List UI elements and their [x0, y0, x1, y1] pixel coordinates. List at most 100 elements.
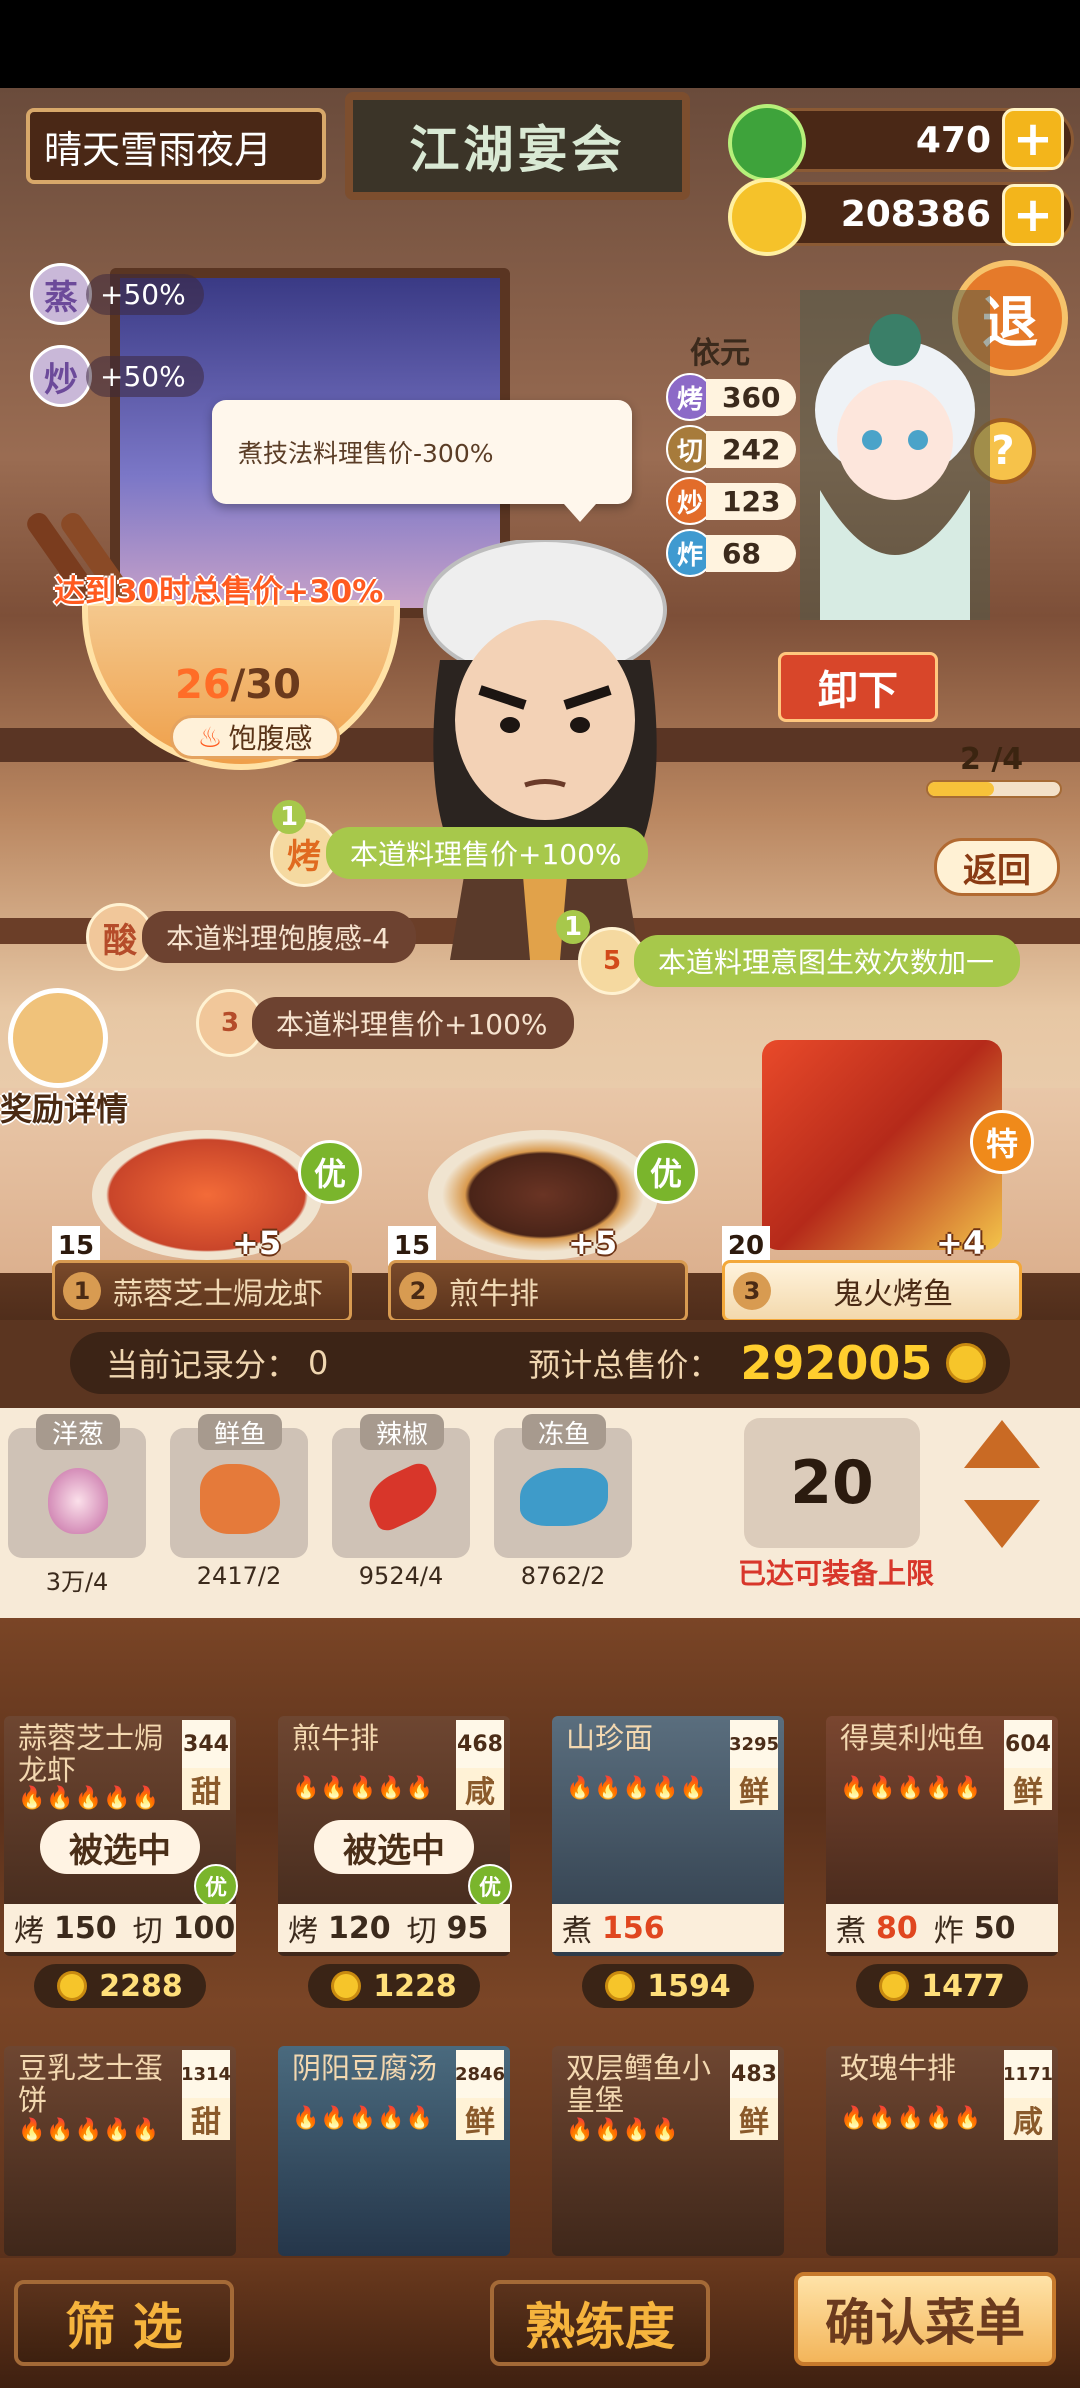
- slot-progress: [926, 780, 1062, 798]
- gift-icon: [8, 988, 108, 1088]
- steam-technique-icon: 蒸: [30, 263, 92, 325]
- back-button[interactable]: 返回: [934, 838, 1060, 896]
- recipe-name: 得莫利炖鱼: [840, 1721, 986, 1755]
- coin-icon: [879, 1971, 910, 2001]
- recipe-value: 1314: [181, 2050, 231, 2098]
- recipe-card[interactable]: 山珍面 🔥🔥🔥🔥🔥 3295 鲜 煮 156 1594: [552, 1716, 784, 2016]
- skill-requirement: 100: [172, 1910, 236, 1946]
- recipe-name: 阴阳豆腐汤: [292, 2051, 438, 2085]
- stir-fry-technique-icon: 炒: [30, 345, 92, 407]
- coin-icon: [57, 1971, 88, 2001]
- recipe-name: 双层鳕鱼小皇堡: [566, 2051, 712, 2117]
- selected-badge: 被选中: [314, 1820, 474, 1874]
- skill-name: 煮: [562, 1914, 592, 1949]
- recipe-price-value: 1228: [373, 1968, 457, 2004]
- effect-text: 本道料理售价+100%: [326, 827, 648, 879]
- recipe-price: 2288: [34, 1964, 206, 2008]
- dish-bonus: +5: [232, 1224, 282, 1262]
- bonus-text: +50%: [86, 355, 204, 397]
- grilled-fish-dish-icon: [762, 1040, 1002, 1250]
- recipe-rating: 🔥🔥🔥🔥🔥: [18, 2118, 160, 2143]
- recipe-taste: 咸: [456, 1768, 504, 1810]
- dish-label: 3 鬼火烤鱼: [722, 1260, 1022, 1322]
- frozen-fish-icon: [520, 1468, 608, 1526]
- recipe-card[interactable]: 煎牛排 🔥🔥🔥🔥🔥 468 咸 被选中 优 烤 120 切 95 1228: [278, 1716, 512, 2016]
- recipe-taste: 甜: [182, 1768, 230, 1810]
- ingredient-name: 鲜鱼: [198, 1414, 282, 1450]
- ingredient-item[interactable]: 辣椒 9524/4: [332, 1414, 472, 1590]
- fresh-fish-icon: [200, 1464, 280, 1534]
- total-price-label: 预计总售价：: [528, 1346, 721, 1384]
- fullness-label-text: 饱腹感: [228, 722, 313, 755]
- recipe-value: 604: [1004, 1720, 1052, 1768]
- unload-button[interactable]: 卸下: [778, 652, 938, 722]
- decrease-arrow-icon[interactable]: [964, 1500, 1040, 1548]
- recipe-card[interactable]: 阴阳豆腐汤 🔥🔥🔥🔥🔥 2846 鲜: [278, 2046, 510, 2256]
- selected-badge: 被选中: [40, 1820, 200, 1874]
- recipe-name: 煎牛排: [292, 1721, 380, 1755]
- selected-dish[interactable]: 优 15 +5 2 煎牛排: [388, 1130, 698, 1330]
- grade-badge: 优: [298, 1140, 362, 1204]
- score-value: 0: [308, 1344, 329, 1382]
- dish-label: 2 煎牛排: [388, 1260, 688, 1322]
- skill-name: 炸: [933, 1914, 964, 1949]
- effect-count: 1: [556, 910, 590, 944]
- player-name: 晴天雪雨夜月: [26, 108, 326, 184]
- reward-details-button[interactable]: 奖励详情: [0, 988, 128, 1138]
- recipe-value: 483: [730, 2050, 778, 2098]
- selected-dish[interactable]: 优 15 +5 1 蒜蓉芝士焗龙虾: [52, 1130, 362, 1330]
- dish-index: 1: [63, 1272, 101, 1310]
- selected-dish[interactable]: 特 20 +4 3 鬼火烤鱼: [722, 1040, 1034, 1330]
- jade-icon: [728, 104, 806, 182]
- recipe-taste: 甜: [182, 2098, 230, 2140]
- skill-name: 切: [132, 1914, 163, 1949]
- recipe-name: 玫瑰牛排: [840, 2051, 957, 2085]
- recipe-requirements: 烤 120 切 95: [278, 1904, 510, 1952]
- chef-skill: 烤 360: [666, 373, 796, 421]
- coin-icon: [728, 178, 806, 256]
- dish-bonus: +4: [936, 1224, 986, 1262]
- technique-bonus: 蒸 +50%: [30, 263, 204, 325]
- chef-portrait[interactable]: [800, 290, 990, 620]
- ingredient-count: 8762/2: [520, 1562, 606, 1590]
- increase-arrow-icon[interactable]: [964, 1420, 1040, 1468]
- recipe-taste: 鲜: [730, 1768, 778, 1810]
- tooltip-text: 煮技法料理售价-300%: [238, 439, 494, 468]
- filter-button[interactable]: 筛 选: [14, 2280, 234, 2366]
- total-price-value: 292005: [740, 1336, 933, 1390]
- recipe-card[interactable]: 豆乳芝士蛋饼 🔥🔥🔥🔥🔥 1314 甜: [4, 2046, 236, 2256]
- effect-row: 5 本道料理意图生效次数加一: [578, 927, 1021, 995]
- jade-value: 470: [915, 119, 991, 161]
- ingredient-name: 冻鱼: [522, 1414, 606, 1450]
- dish-index: 3: [733, 1272, 771, 1310]
- confirm-menu-button[interactable]: 确认菜单: [794, 2272, 1056, 2366]
- recipe-card[interactable]: 玫瑰牛排 🔥🔥🔥🔥🔥 1171 咸: [826, 2046, 1058, 2256]
- chef-character: [423, 540, 667, 960]
- chili-icon: [360, 1459, 446, 1535]
- skill-value: 242: [706, 430, 796, 468]
- proficiency-button[interactable]: 熟练度: [490, 2280, 710, 2366]
- recipe-value: 344: [182, 1720, 230, 1768]
- add-jade-button[interactable]: +: [1002, 108, 1064, 170]
- skill-requirement: 50: [973, 1910, 1016, 1946]
- recipe-name: 山珍面: [566, 1721, 654, 1755]
- grade-badge: 优: [634, 1140, 698, 1204]
- fullness-goal: 达到30时总售价+30%: [54, 574, 384, 610]
- recipe-name: 蒜蓉芝士焗龙虾: [18, 1721, 164, 1787]
- effect-row: 酸 本道料理饱腹感-4: [86, 903, 416, 971]
- recipe-name: 豆乳芝士蛋饼: [18, 2051, 164, 2117]
- recipe-card[interactable]: 得莫利炖鱼 🔥🔥🔥🔥🔥 604 鲜 煮 80 炸 50 1477: [826, 1716, 1058, 2016]
- skill-requirement: 150: [54, 1910, 117, 1946]
- dish-label: 1 蒜蓉芝士焗龙虾: [52, 1260, 352, 1322]
- recipe-card[interactable]: 蒜蓉芝士焗龙虾 🔥🔥🔥🔥🔥 344 甜 被选中 优 烤 150 切 100 2288: [4, 1716, 238, 2016]
- recipe-taste: 鲜: [1004, 1768, 1052, 1810]
- recipe-card[interactable]: 双层鳕鱼小皇堡 🔥🔥🔥🔥 483 鲜: [552, 2046, 784, 2256]
- slot-indicator: 2 /4: [920, 742, 1070, 802]
- ingredient-item[interactable]: 洋葱 3万/4: [8, 1414, 148, 1596]
- ingredient-item[interactable]: 冻鱼 8762/2: [494, 1414, 634, 1590]
- add-coins-button[interactable]: +: [1002, 184, 1064, 246]
- score-bar: 当前记录分： 0 预计总售价： 292005: [70, 1332, 1010, 1394]
- skill-name: 烤: [288, 1914, 318, 1949]
- ingredient-item[interactable]: 鲜鱼 2417/2: [170, 1414, 310, 1590]
- chef-name: 依元: [690, 336, 750, 371]
